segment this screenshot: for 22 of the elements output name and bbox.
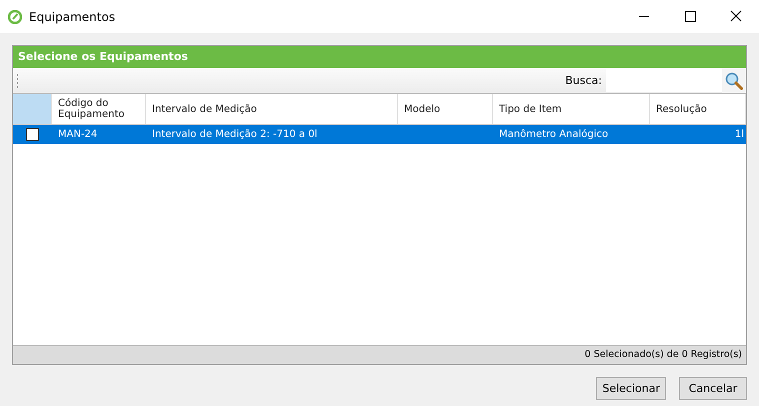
search-field[interactable] (606, 69, 722, 92)
panel-title: Selecione os Equipamentos (13, 46, 746, 68)
column-header[interactable]: Intervalo de Medição (146, 94, 398, 124)
search-icon (725, 72, 743, 90)
header-cell (13, 94, 52, 124)
table-cell: Intervalo de Medição 2: -710 a 0l (152, 129, 318, 140)
column-header[interactable]: Modelo (398, 94, 493, 124)
column-header[interactable]: Código do Equipamento (52, 94, 146, 124)
column-header[interactable]: Tipo de Item (493, 94, 650, 124)
dialog-button[interactable]: Selecionar (596, 377, 666, 400)
app-icon (8, 10, 22, 24)
search-label: Busca: (565, 74, 602, 87)
table-cell: 1l (734, 129, 744, 140)
table-cell: Manômetro Analógico (499, 129, 608, 140)
dialog-button[interactable]: Cancelar (679, 377, 747, 400)
window-title: Equipamentos (29, 10, 116, 24)
table-cell: MAN-24 (58, 129, 98, 140)
status-text: 0 Selecionado(s) de 0 Registro(s) (13, 345, 746, 364)
search-button[interactable] (722, 68, 746, 93)
checkbox[interactable] (26, 128, 39, 141)
table-row[interactable]: MAN-24 Intervalo de Medição 2: -710 a 0l Manômetro Analógico 1l (13, 125, 746, 144)
column-header[interactable]: Resolução (650, 94, 746, 124)
